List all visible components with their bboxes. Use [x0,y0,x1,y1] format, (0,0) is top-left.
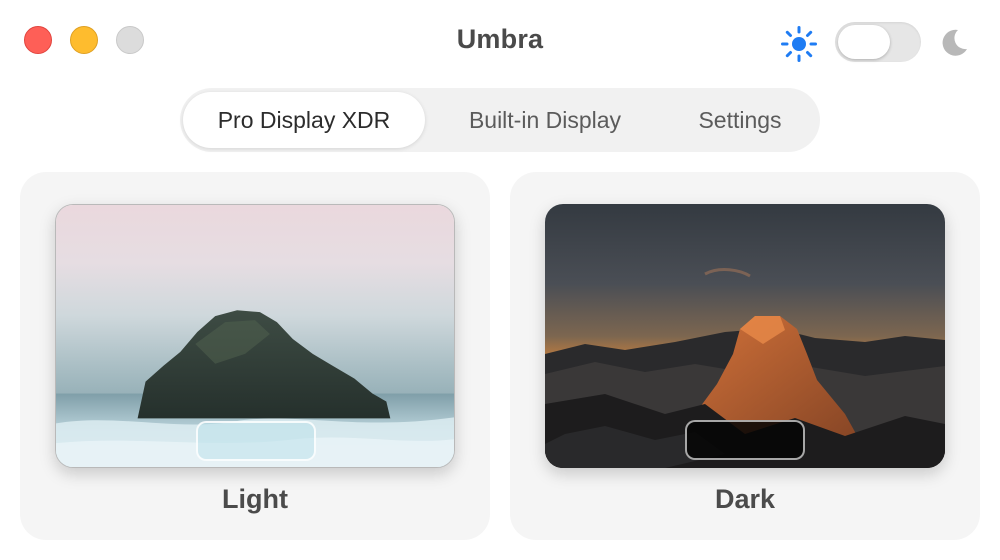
dark-label: Dark [714,484,776,514]
moon-icon [938,27,970,59]
dark-mode-card[interactable]: Dark [510,172,980,540]
sun-icon [780,25,818,63]
light-wallpaper-preview[interactable] [55,204,455,468]
tab-built-in-display[interactable]: Built-in Display [432,92,658,148]
selection-pill [196,421,316,461]
selection-pill [685,420,805,460]
light-label: Light [222,484,288,514]
appearance-toggle[interactable] [835,22,921,62]
umbra-window: Umbra Pro Display XDR Built-in Display S… [0,0,1000,560]
dark-wallpaper-preview[interactable] [545,204,945,468]
light-mode-card[interactable]: Light [20,172,490,540]
display-tabs: Pro Display XDR Built-in Display Setting… [180,88,820,152]
tab-settings[interactable]: Settings [666,92,814,148]
tab-pro-display-xdr[interactable]: Pro Display XDR [183,92,425,148]
toggle-knob[interactable] [838,25,890,59]
